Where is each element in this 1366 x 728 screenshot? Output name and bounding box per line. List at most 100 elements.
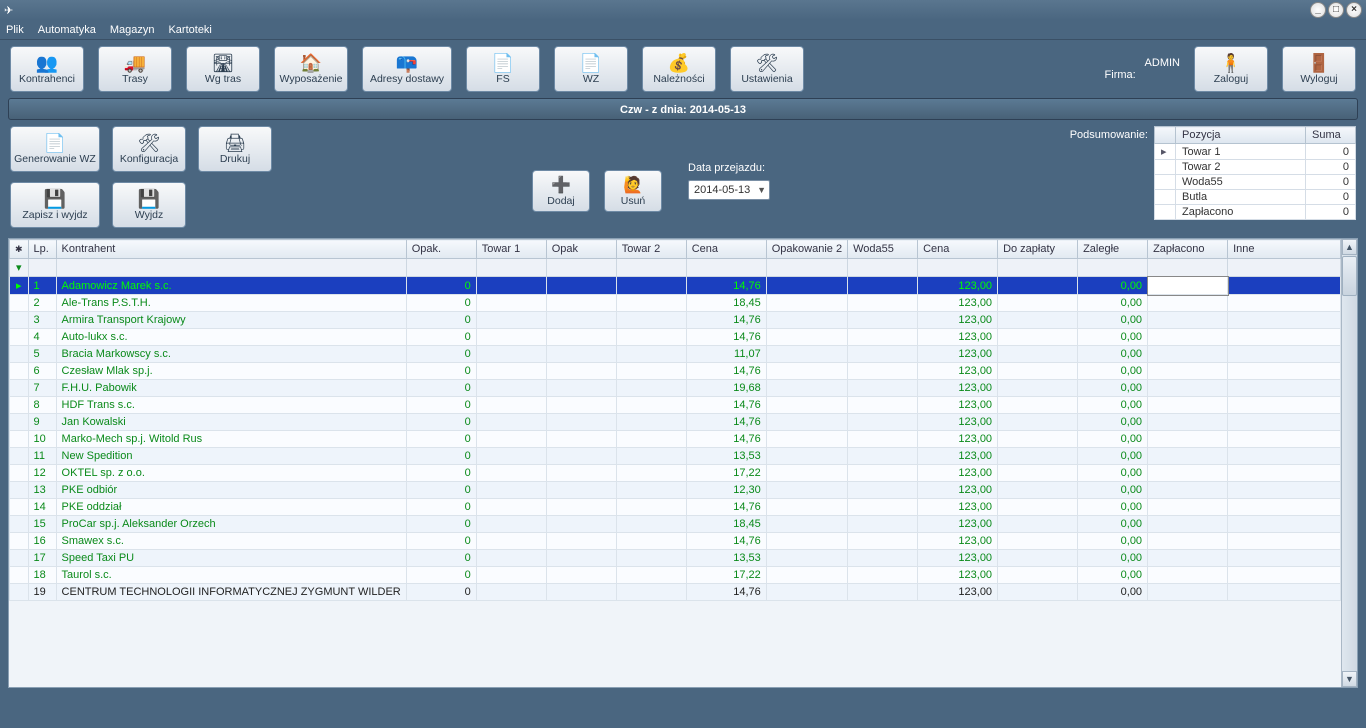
grid-col-opak[interactable]: Opak — [546, 240, 616, 259]
usun-button[interactable]: 🙋 Usuń — [604, 170, 662, 212]
summary-row[interactable]: Butla0 — [1155, 190, 1356, 205]
user-name: ADMIN — [1145, 57, 1180, 69]
table-row[interactable]: 19CENTRUM TECHNOLOGII INFORMATYCZNEJ ZYG… — [10, 584, 1341, 601]
document-icon: 📄 — [492, 54, 514, 72]
table-row[interactable]: 17Speed Taxi PU013,53123,000,00 — [10, 550, 1341, 567]
table-row[interactable]: 18Taurol s.c.017,22123,000,00 — [10, 567, 1341, 584]
adresy-label: Adresy dostawy — [370, 73, 444, 85]
wyposazenie-button[interactable]: 🏠 Wyposażenie — [274, 46, 348, 92]
grid-col-towar-1[interactable]: Towar 1 — [476, 240, 546, 259]
grid-col-opakowanie-2[interactable]: Opakowanie 2 — [766, 240, 847, 259]
summary-row[interactable]: Towar 20 — [1155, 160, 1356, 175]
table-row[interactable]: 12OKTEL sp. z o.o.017,22123,000,00 — [10, 465, 1341, 482]
table-row[interactable]: 13PKE odbiór012,30123,000,00 — [10, 482, 1341, 499]
firm-info: ADMIN Firma: — [1105, 57, 1180, 81]
wyjdz-button[interactable]: 💾 Wyjdz — [112, 182, 186, 228]
zapisz-i-wyjdz-button[interactable]: 💾 Zapisz i wyjdz — [10, 182, 100, 228]
konfiguracja-button[interactable]: 🛠 Konfiguracja — [112, 126, 186, 172]
generowanie-wz-label: Generowanie WZ — [14, 153, 96, 165]
data-przejazdu-value: 2014-05-13 — [694, 184, 750, 196]
window-close-button[interactable]: × — [1346, 2, 1362, 18]
grid-col-cena[interactable]: Cena — [686, 240, 766, 259]
grid-col-zap-acono[interactable]: Zapłacono — [1148, 240, 1228, 259]
kontrahenci-label: Kontrahenci — [19, 73, 75, 85]
grid-col-inne[interactable]: Inne — [1228, 240, 1341, 259]
door-icon: 🚪 — [1308, 54, 1330, 72]
data-przejazdu-input[interactable]: 2014-05-13 ▼ — [688, 180, 770, 200]
zaloguj-button[interactable]: 🧍 Zaloguj — [1194, 46, 1268, 92]
table-row[interactable]: 3Armira Transport Krajowy014,76123,000,0… — [10, 312, 1341, 329]
summary-row[interactable]: Woda550 — [1155, 175, 1356, 190]
scroll-up-icon[interactable]: ▲ — [1342, 239, 1357, 255]
wg-tras-label: Wg tras — [205, 73, 241, 85]
table-row[interactable]: 10Marko-Mech sp.j. Witold Rus014,76123,0… — [10, 431, 1341, 448]
table-row[interactable]: 16Smawex s.c.014,76123,000,00 — [10, 533, 1341, 550]
money-icon: 💰 — [668, 54, 690, 72]
wz-button[interactable]: 📄 WZ — [554, 46, 628, 92]
menu-automatyka[interactable]: Automatyka — [38, 24, 96, 36]
grid-col-opak-[interactable]: Opak. — [406, 240, 476, 259]
table-row[interactable]: 9Jan Kowalski014,76123,000,00 — [10, 414, 1341, 431]
table-row[interactable]: 11New Spedition013,53123,000,00 — [10, 448, 1341, 465]
grid-col-marker[interactable]: ✱ — [10, 240, 29, 259]
table-row[interactable]: 2Ale-Trans P.S.T.H.018,45123,000,00 — [10, 295, 1341, 312]
drukuj-label: Drukuj — [220, 153, 250, 165]
grid-col-cena[interactable]: Cena — [918, 240, 998, 259]
main-toolbar: 👥 Kontrahenci 🚚 Trasy 🛣 Wg tras 🏠 Wyposa… — [0, 40, 1366, 98]
summary-table: Pozycja Suma Towar 10Towar 20Woda550Butl… — [1154, 126, 1356, 220]
grid-col-woda55[interactable]: Woda55 — [848, 240, 918, 259]
menu-kartoteki[interactable]: Kartoteki — [168, 24, 211, 36]
people-icon: 👥 — [36, 54, 58, 72]
menu-magazyn[interactable]: Magazyn — [110, 24, 155, 36]
save-icon: 💾 — [44, 190, 66, 208]
scroll-thumb[interactable] — [1342, 256, 1357, 296]
summary-row[interactable]: Towar 10 — [1155, 144, 1356, 160]
grid-col-zaleg-e[interactable]: Zaległe — [1078, 240, 1148, 259]
ustawienia-button[interactable]: 🛠 Ustawienia — [730, 46, 804, 92]
scroll-down-icon[interactable]: ▼ — [1342, 671, 1357, 687]
fs-button[interactable]: 📄 FS — [466, 46, 540, 92]
ustawienia-label: Ustawienia — [741, 73, 792, 85]
table-row[interactable]: 7F.H.U. Pabowik019,68123,000,00 — [10, 380, 1341, 397]
drukuj-button[interactable]: 🖨 Drukuj — [198, 126, 272, 172]
grid-filter-row[interactable]: ▾ — [10, 259, 1341, 277]
menu-plik[interactable]: Plik — [6, 24, 24, 36]
window-maximize-button[interactable]: □ — [1328, 2, 1344, 18]
table-row[interactable]: 4Auto-lukx s.c.014,76123,000,00 — [10, 329, 1341, 346]
trasy-label: Trasy — [122, 73, 148, 85]
wg-tras-button[interactable]: 🛣 Wg tras — [186, 46, 260, 92]
kontrahenci-button[interactable]: 👥 Kontrahenci — [10, 46, 84, 92]
grid-col-do-zap-aty[interactable]: Do zapłaty — [998, 240, 1078, 259]
wyjdz-label: Wyjdz — [135, 209, 164, 221]
person-remove-icon: 🙋 — [623, 175, 643, 195]
save-icon: 💾 — [138, 190, 160, 208]
summary-row[interactable]: Zapłacono0 — [1155, 205, 1356, 220]
vertical-scrollbar[interactable]: ▲ ▼ — [1341, 239, 1357, 687]
wz-label: WZ — [583, 73, 599, 85]
zaloguj-label: Zaloguj — [1214, 73, 1248, 85]
firma-label: Firma: — [1105, 69, 1180, 81]
table-row[interactable]: 5Bracia Markowscy s.c.011,07123,000,00 — [10, 346, 1341, 363]
naleznosci-label: Należności — [653, 73, 704, 85]
mailbox-icon: 📪 — [396, 54, 418, 72]
wyloguj-button[interactable]: 🚪 Wyloguj — [1282, 46, 1356, 92]
generowanie-wz-button[interactable]: 📄 Generowanie WZ — [10, 126, 100, 172]
table-row[interactable]: 15ProCar sp.j. Aleksander Orzech018,4512… — [10, 516, 1341, 533]
podsumowanie-label: Podsumowanie: — [1070, 129, 1148, 141]
summary-col-pozycja[interactable]: Pozycja — [1176, 127, 1306, 144]
grid-col-kontrahent[interactable]: Kontrahent — [56, 240, 406, 259]
table-row[interactable]: 8HDF Trans s.c.014,76123,000,00 — [10, 397, 1341, 414]
grid-col-lp-[interactable]: Lp. — [28, 240, 56, 259]
wyposazenie-label: Wyposażenie — [280, 73, 343, 85]
window-minimize-button[interactable]: _ — [1310, 2, 1326, 18]
table-row[interactable]: 14PKE oddział014,76123,000,00 — [10, 499, 1341, 516]
table-row[interactable]: 6Czesław Mlak sp.j.014,76123,000,00 — [10, 363, 1341, 380]
grid-col-towar-2[interactable]: Towar 2 — [616, 240, 686, 259]
summary-col-marker[interactable] — [1155, 127, 1176, 144]
dodaj-button[interactable]: ➕ Dodaj — [532, 170, 590, 212]
naleznosci-button[interactable]: 💰 Należności — [642, 46, 716, 92]
summary-col-suma[interactable]: Suma — [1306, 127, 1356, 144]
trasy-button[interactable]: 🚚 Trasy — [98, 46, 172, 92]
adresy-dostawy-button[interactable]: 📪 Adresy dostawy — [362, 46, 452, 92]
table-row[interactable]: ▸1Adamowicz Marek s.c.014,76123,000,00 — [10, 277, 1341, 295]
